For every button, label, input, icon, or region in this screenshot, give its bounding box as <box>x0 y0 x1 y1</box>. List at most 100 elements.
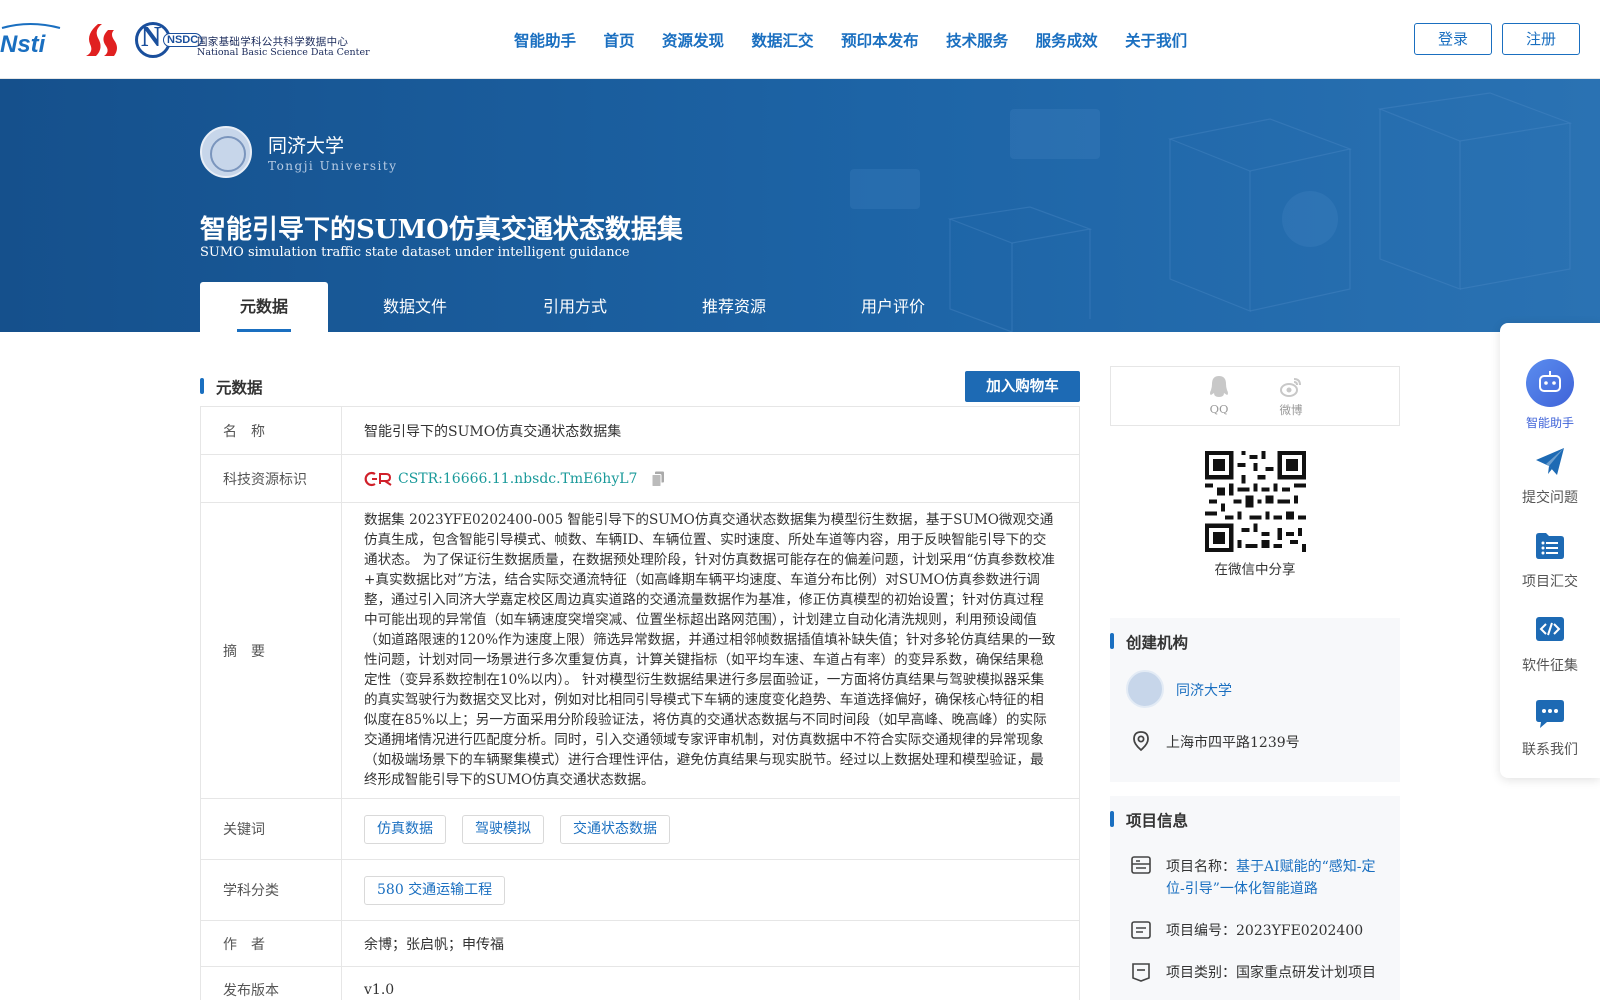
project-category: 项目类别：国家重点研发计划项目 <box>1166 965 1376 981</box>
weibo-icon <box>1280 378 1301 397</box>
keywords-cell: 仿真数据 驾驶模拟 交通状态数据 <box>342 799 1079 859</box>
subject-cell: 580 交通运输工程 <box>342 860 1079 920</box>
author-label: 作 者 <box>201 921 342 966</box>
dataset-subtitle: SUMO simulation traffic state dataset un… <box>200 245 630 260</box>
qr-caption: 在微信中分享 <box>1214 562 1296 578</box>
university-name-cn[interactable]: 同济大学 <box>268 131 344 158</box>
menu-item-preprint[interactable]: 预印本发布 <box>841 29 919 51</box>
float-project-submission-button[interactable]: 项目汇交 <box>1500 529 1600 591</box>
version-label: 发布版本 <box>201 967 342 1000</box>
menu-item-about[interactable]: 关于我们 <box>1125 29 1187 51</box>
institution-section-title: 创建机构 <box>1126 633 1189 652</box>
floating-toolbar: 智能助手 提交问题 项目汇交 软件征集 联系我们 <box>1500 323 1600 778</box>
keywords-label: 关键词 <box>201 799 342 859</box>
copy-icon[interactable] <box>651 471 665 487</box>
project-category-icon <box>1132 963 1150 982</box>
float-contact-us-button[interactable]: 联系我们 <box>1500 697 1600 759</box>
menu-item-home[interactable]: 首页 <box>604 29 635 51</box>
table-row: 发布版本 v1.0 <box>201 967 1079 1000</box>
float-software-call-button[interactable]: 软件征集 <box>1500 613 1600 675</box>
nsti-logo[interactable]: Nsti <box>0 22 68 58</box>
author-value: 余博；张启帆；申传福 <box>364 936 504 953</box>
add-to-cart-button[interactable]: 加入购物车 <box>965 371 1080 402</box>
table-row: 科技资源标识 CSTR:16666.11.nbsdc.TmE6hyL7 <box>201 455 1079 503</box>
university-name-en: Tongji University <box>268 159 398 173</box>
menu-item-outcomes[interactable]: 服务成效 <box>1036 29 1098 51</box>
cstr-identifier-link[interactable]: CSTR:16666.11.nbsdc.TmE6hyL7 <box>398 471 637 487</box>
register-button[interactable]: 注册 <box>1502 23 1580 55</box>
qq-label: QQ <box>1209 402 1229 416</box>
tab-metadata[interactable]: 元数据 <box>200 282 328 332</box>
float-software-call-label: 软件征集 <box>1522 658 1578 674</box>
cstr-logo-icon <box>364 471 392 486</box>
weibo-label: 微博 <box>1279 403 1303 417</box>
menu-item-tech-service[interactable]: 技术服务 <box>946 29 1008 51</box>
dataset-title: 智能引导下的SUMO仿真交通状态数据集 <box>200 215 683 245</box>
login-button[interactable]: 登录 <box>1414 23 1492 55</box>
location-pin-icon <box>1133 731 1149 752</box>
tab-user-reviews[interactable]: 用户评价 <box>820 282 966 332</box>
resource-id-label: 科技资源标识 <box>201 455 342 502</box>
project-name-line2[interactable]: 位-引导”一体化智能道路 <box>1166 878 1318 898</box>
top-navigation-bar: Nsti N NSDC 国家基础学科公共科学数据中心 National Basi… <box>0 0 1600 79</box>
share-qq-button[interactable]: QQ <box>1199 375 1239 416</box>
partner-logo[interactable] <box>80 22 120 58</box>
menu-item-discovery[interactable]: 资源发现 <box>662 29 724 51</box>
table-row: 作 者 余博；张启帆；申传福 <box>201 921 1079 967</box>
menu-item-submission[interactable]: 数据汇交 <box>752 29 814 51</box>
keyword-tag[interactable]: 交通状态数据 <box>560 814 670 844</box>
project-number: 项目编号：2023YFE0202400 <box>1166 923 1364 939</box>
dataset-tabs: 元数据 数据文件 引用方式 推荐资源 用户评价 <box>200 282 966 332</box>
tab-data-files[interactable]: 数据文件 <box>328 282 502 332</box>
tab-recommended[interactable]: 推荐资源 <box>648 282 820 332</box>
main-menu: 智能助手 首页 资源发现 数据汇交 预印本发布 技术服务 服务成效 关于我们 <box>514 29 1215 51</box>
abstract-text: 数据集 2023YFE0202400-005 智能引导下的SUMO仿真交通状态数… <box>364 512 1056 788</box>
tongji-university-logo[interactable] <box>200 126 252 178</box>
project-name-prefix: 项目名称： <box>1166 859 1236 875</box>
float-assistant-label: 智能助手 <box>1525 416 1574 430</box>
project-name-link[interactable]: 基于AI赋能的“感知-定 <box>1236 859 1376 875</box>
project-name-icon <box>1131 856 1151 874</box>
paper-plane-icon <box>1536 448 1564 475</box>
creating-institution-panel: 创建机构 同济大学 上海市四平路1239号 <box>1110 618 1400 782</box>
float-contact-us-label: 联系我们 <box>1522 742 1578 758</box>
metadata-section-title: 元数据 <box>216 378 263 397</box>
version-value: v1.0 <box>364 981 395 998</box>
metadata-table: 名 称 智能引导下的SUMO仿真交通状态数据集 科技资源标识 CSTR:1666… <box>200 406 1080 1000</box>
keyword-tag[interactable]: 仿真数据 <box>364 814 446 844</box>
float-submit-question-button[interactable]: 提交问题 <box>1500 445 1600 507</box>
section-marker <box>1110 811 1114 827</box>
share-weibo-button[interactable]: 微博 <box>1271 375 1311 418</box>
nsdc-letter: N <box>141 22 162 53</box>
project-name-line1: 项目名称：基于AI赋能的“感知-定 <box>1166 856 1376 876</box>
tab-citation[interactable]: 引用方式 <box>502 282 648 332</box>
float-submit-question-label: 提交问题 <box>1522 490 1578 506</box>
menu-item-assistant[interactable]: 智能助手 <box>514 29 576 51</box>
section-marker <box>1110 633 1114 649</box>
table-row: 学科分类 580 交通运输工程 <box>201 860 1079 921</box>
list-folder-icon <box>1536 533 1564 559</box>
table-row: 名 称 智能引导下的SUMO仿真交通状态数据集 <box>201 407 1079 455</box>
code-icon <box>1536 617 1564 641</box>
institution-address: 上海市四平路1239号 <box>1166 735 1300 751</box>
chat-bubble-icon <box>1536 700 1564 728</box>
subject-label: 学科分类 <box>201 860 342 920</box>
institution-logo <box>1126 670 1164 708</box>
name-label: 名 称 <box>201 407 342 454</box>
institution-name-link[interactable]: 同济大学 <box>1176 680 1232 700</box>
float-assistant-button[interactable]: 智能助手 <box>1500 358 1600 431</box>
nsdc-logo[interactable]: N NSDC 国家基础学科公共科学数据中心 National Basic Sci… <box>135 20 370 60</box>
wechat-qr-code <box>1205 451 1306 552</box>
abstract-label: 摘 要 <box>201 503 342 798</box>
subject-tag[interactable]: 580 交通运输工程 <box>364 875 506 905</box>
dataset-banner: 同济大学 Tongji University 智能引导下的SUMO仿真交通状态数… <box>0 79 1600 332</box>
resource-id-cell: CSTR:16666.11.nbsdc.TmE6hyL7 <box>342 455 1079 502</box>
keyword-tag[interactable]: 驾驶模拟 <box>462 814 544 844</box>
table-row: 关键词 仿真数据 驾驶模拟 交通状态数据 <box>201 799 1079 860</box>
project-number-icon <box>1131 921 1151 939</box>
nsdc-name-en: National Basic Science Data Center <box>197 47 370 58</box>
section-marker <box>200 378 204 394</box>
robot-icon <box>1526 359 1574 407</box>
project-section-title: 项目信息 <box>1126 811 1189 830</box>
qq-icon <box>1210 376 1228 397</box>
